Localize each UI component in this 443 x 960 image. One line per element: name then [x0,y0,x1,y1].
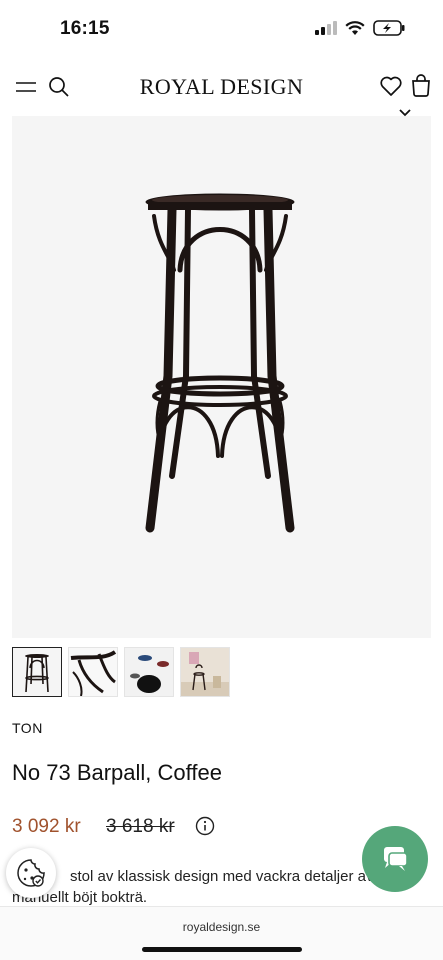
product-price: 3 092 kr [12,816,81,837]
heart-icon[interactable] [379,75,403,97]
battery-icon [373,20,405,36]
thumb-detail-image [69,648,117,696]
chat-icon [384,847,408,871]
product-old-price: 3 618 kr [106,816,175,837]
stool-illustration [145,193,295,533]
product-description: stol av klassisk design med vackra detal… [12,864,412,889]
browser-url[interactable]: royaldesign.se [0,920,443,934]
thumb-detail[interactable] [68,647,118,697]
thumb-front[interactable] [12,647,62,697]
info-icon[interactable] [195,816,215,836]
wifi-icon [345,20,365,35]
browser-url-bar: royaldesign.se [0,906,443,960]
thumbnail-strip [12,647,230,697]
status-time: 16:15 [60,18,110,39]
bag-icon[interactable] [410,73,432,97]
thumb-top-image [125,648,173,696]
chevron-down-icon[interactable] [398,108,412,118]
home-indicator[interactable] [142,947,302,952]
signal-icon [315,21,337,35]
cookie-settings-button[interactable] [6,848,56,898]
thumb-top[interactable] [124,647,174,697]
product-title: No 73 Barpall, Coffee [12,760,222,785]
site-header: ROYAL DESIGN [0,58,443,116]
product-brand[interactable]: TON [12,720,43,736]
thumb-room[interactable] [180,647,230,697]
description-line-1: stol av klassisk design med vackra detal… [70,868,374,885]
thumb-room-image [181,648,229,696]
status-bar: 16:15 [0,0,443,58]
status-icons [315,20,405,36]
cookie-icon [17,859,45,887]
chat-button[interactable] [362,826,428,892]
site-logo[interactable]: ROYAL DESIGN [0,74,443,100]
thumb-front-image [13,648,61,696]
